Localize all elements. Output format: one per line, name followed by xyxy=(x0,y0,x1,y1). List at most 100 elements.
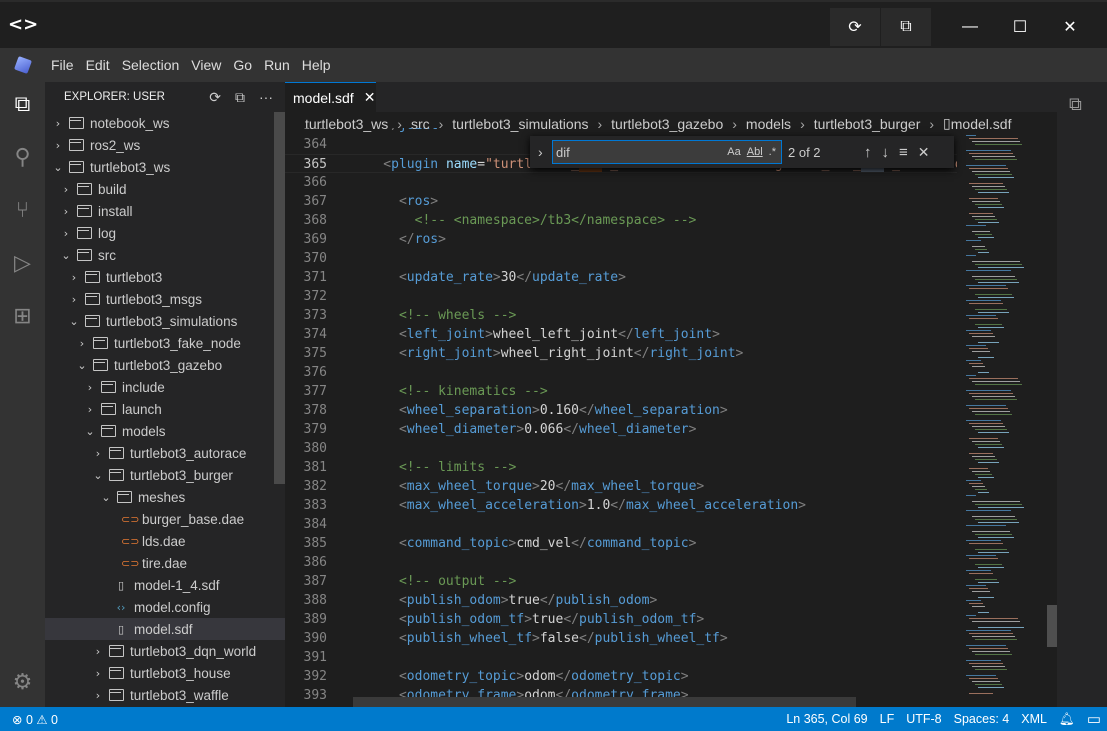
tree-item[interactable]: › turtlebot3_autorace xyxy=(45,442,285,464)
tree-item[interactable]: ▯ model-1_4.sdf xyxy=(45,574,285,596)
tree-item[interactable]: › turtlebot3 xyxy=(45,266,285,288)
notifications-icon[interactable]: 🔔︎ xyxy=(1059,712,1075,727)
sidebar-scrollbar[interactable] xyxy=(274,112,285,484)
tree-item[interactable]: ⌄ turtlebot3_simulations xyxy=(45,310,285,332)
code-line[interactable]: 383 <max_wheel_acceleration>1.0</max_whe… xyxy=(285,496,957,515)
tree-item[interactable]: › turtlebot3_msgs xyxy=(45,288,285,310)
find-input[interactable]: dif Aa Abl .* xyxy=(552,140,782,164)
tree-item[interactable]: › log xyxy=(45,222,285,244)
code-line[interactable]: 363 </joint> xyxy=(285,128,957,135)
secondary-panel-icon[interactable]: ⧉ xyxy=(1069,94,1082,115)
tree-item[interactable]: ⌄ meshes xyxy=(45,486,285,508)
explorer-icon[interactable]: ⧉ xyxy=(0,84,45,124)
tree-item[interactable]: ⌄ turtlebot3_gazebo xyxy=(45,354,285,376)
code-line[interactable]: 385 <command_topic>cmd_vel</command_topi… xyxy=(285,534,957,553)
tree-item[interactable]: ⌄ turtlebot3_burger xyxy=(45,464,285,486)
code-line[interactable]: 376 xyxy=(285,363,957,382)
code-line[interactable]: 366 xyxy=(285,173,957,192)
tree-item[interactable]: ⌄ src xyxy=(45,244,285,266)
minimap[interactable] xyxy=(958,135,1050,707)
code-line[interactable]: 392 <odometry_topic>odom</odometry_topic… xyxy=(285,667,957,686)
tree-item[interactable]: › launch xyxy=(45,398,285,420)
menu-view[interactable]: View xyxy=(185,57,227,73)
match-case-icon[interactable]: Aa xyxy=(727,146,740,158)
code-line[interactable]: 379 <wheel_diameter>0.066</wheel_diamete… xyxy=(285,420,957,439)
code-area[interactable]: 363 </joint>364365 <plugin name="turtleb… xyxy=(285,128,957,707)
run-debug-icon[interactable]: ▷ xyxy=(0,243,45,283)
code-line[interactable]: 373 <!-- wheels --> xyxy=(285,306,957,325)
language-mode[interactable]: XML xyxy=(1021,712,1047,726)
menu-go[interactable]: Go xyxy=(227,57,258,73)
breadcrumb-item[interactable]: model.sdf xyxy=(951,116,1012,132)
tree-item[interactable]: › turtlebot3_dqn_world xyxy=(45,640,285,662)
tree-item[interactable]: › turtlebot3_waffle xyxy=(45,684,285,706)
tree-item[interactable]: › turtlebot3_house xyxy=(45,662,285,684)
code-line[interactable]: 390 <publish_wheel_tf>false</publish_whe… xyxy=(285,629,957,648)
minimize-button[interactable]: — xyxy=(945,8,995,46)
code-line[interactable]: 384 xyxy=(285,515,957,534)
tree-item[interactable]: ⊂⊃ lds.dae xyxy=(45,530,285,552)
tree-item[interactable]: › notebook_ws xyxy=(45,112,285,134)
cursor-position[interactable]: Ln 365, Col 69 xyxy=(786,712,867,726)
tree-item[interactable]: › turtlebot3_fake_node xyxy=(45,332,285,354)
tree-item[interactable]: › include xyxy=(45,376,285,398)
code-line[interactable]: 386 xyxy=(285,553,957,572)
find-in-selection-icon[interactable]: ≡ xyxy=(899,144,908,161)
editor-vertical-scrollbar[interactable] xyxy=(1047,605,1057,647)
end-of-line[interactable]: LF xyxy=(880,712,895,726)
refresh-explorer-icon[interactable]: ⟳ xyxy=(209,89,221,106)
toggle-replace-icon[interactable]: › xyxy=(538,144,543,160)
refresh-button[interactable]: ⟳ xyxy=(830,8,880,46)
menu-file[interactable]: File xyxy=(45,57,80,73)
code-line[interactable]: 380 xyxy=(285,439,957,458)
restore-window-button[interactable]: ⧉ xyxy=(881,8,931,46)
extensions-icon[interactable]: ⊞ xyxy=(0,296,45,336)
code-line[interactable]: 389 <publish_odom_tf>true</publish_odom_… xyxy=(285,610,957,629)
code-line[interactable]: 372 xyxy=(285,287,957,306)
code-line[interactable]: 375 <right_joint>wheel_right_joint</righ… xyxy=(285,344,957,363)
code-line[interactable]: 378 <wheel_separation>0.160</wheel_separ… xyxy=(285,401,957,420)
code-line[interactable]: 374 <left_joint>wheel_left_joint</left_j… xyxy=(285,325,957,344)
close-button[interactable]: ✕ xyxy=(1045,8,1095,46)
menu-edit[interactable]: Edit xyxy=(80,57,116,73)
maximize-button[interactable]: ☐ xyxy=(995,8,1045,46)
code-line[interactable]: 387 <!-- output --> xyxy=(285,572,957,591)
next-match-icon[interactable]: ↓ xyxy=(882,144,890,161)
tree-item[interactable]: › build xyxy=(45,178,285,200)
close-find-icon[interactable]: ✕ xyxy=(918,144,930,161)
more-actions-icon[interactable]: ··· xyxy=(259,89,273,106)
code-line[interactable]: 369 </ros> xyxy=(285,230,957,249)
menu-run[interactable]: Run xyxy=(258,57,296,73)
code-line[interactable]: 381 <!-- limits --> xyxy=(285,458,957,477)
tree-item[interactable]: › ros2_ws xyxy=(45,134,285,156)
previous-match-icon[interactable]: ↑ xyxy=(864,144,872,161)
tab-model-sdf[interactable]: model.sdf ✕ xyxy=(285,82,376,112)
tree-item[interactable]: ⊂⊃ burger_base.dae xyxy=(45,508,285,530)
code-line[interactable]: 382 <max_wheel_torque>20</max_wheel_torq… xyxy=(285,477,957,496)
code-line[interactable]: 388 <publish_odom>true</publish_odom> xyxy=(285,591,957,610)
encoding[interactable]: UTF-8 xyxy=(906,712,941,726)
code-line[interactable]: 370 xyxy=(285,249,957,268)
close-tab-icon[interactable]: ✕ xyxy=(364,89,376,106)
collapse-all-icon[interactable]: ⧉ xyxy=(235,89,245,106)
tree-item[interactable]: ‹› model.config xyxy=(45,596,285,618)
tree-item[interactable]: ▯ model.sdf xyxy=(45,618,285,640)
code-line[interactable]: 377 <!-- kinematics --> xyxy=(285,382,957,401)
regex-icon[interactable]: .* xyxy=(769,146,776,158)
code-line[interactable]: 371 <update_rate>30</update_rate> xyxy=(285,268,957,287)
problems-indicator[interactable]: ⊗ 0 ⚠ 0 xyxy=(12,712,58,727)
tree-item[interactable]: ⊂⊃ tire.dae xyxy=(45,552,285,574)
search-icon[interactable]: ⚲ xyxy=(0,137,45,177)
code-line[interactable]: 391 xyxy=(285,648,957,667)
settings-icon[interactable]: ⚙ xyxy=(0,662,45,702)
match-whole-word-icon[interactable]: Abl xyxy=(747,146,763,158)
tree-item[interactable]: › install xyxy=(45,200,285,222)
layout-icon[interactable]: ▭ xyxy=(1087,710,1101,728)
editor-horizontal-scrollbar[interactable] xyxy=(353,697,856,707)
indentation[interactable]: Spaces: 4 xyxy=(954,712,1010,726)
menu-selection[interactable]: Selection xyxy=(116,57,186,73)
code-line[interactable]: 367 <ros> xyxy=(285,192,957,211)
tree-item[interactable]: ⌄ turtlebot3_ws xyxy=(45,156,285,178)
menu-help[interactable]: Help xyxy=(296,57,337,73)
source-control-icon[interactable]: ⑂ xyxy=(0,190,45,230)
